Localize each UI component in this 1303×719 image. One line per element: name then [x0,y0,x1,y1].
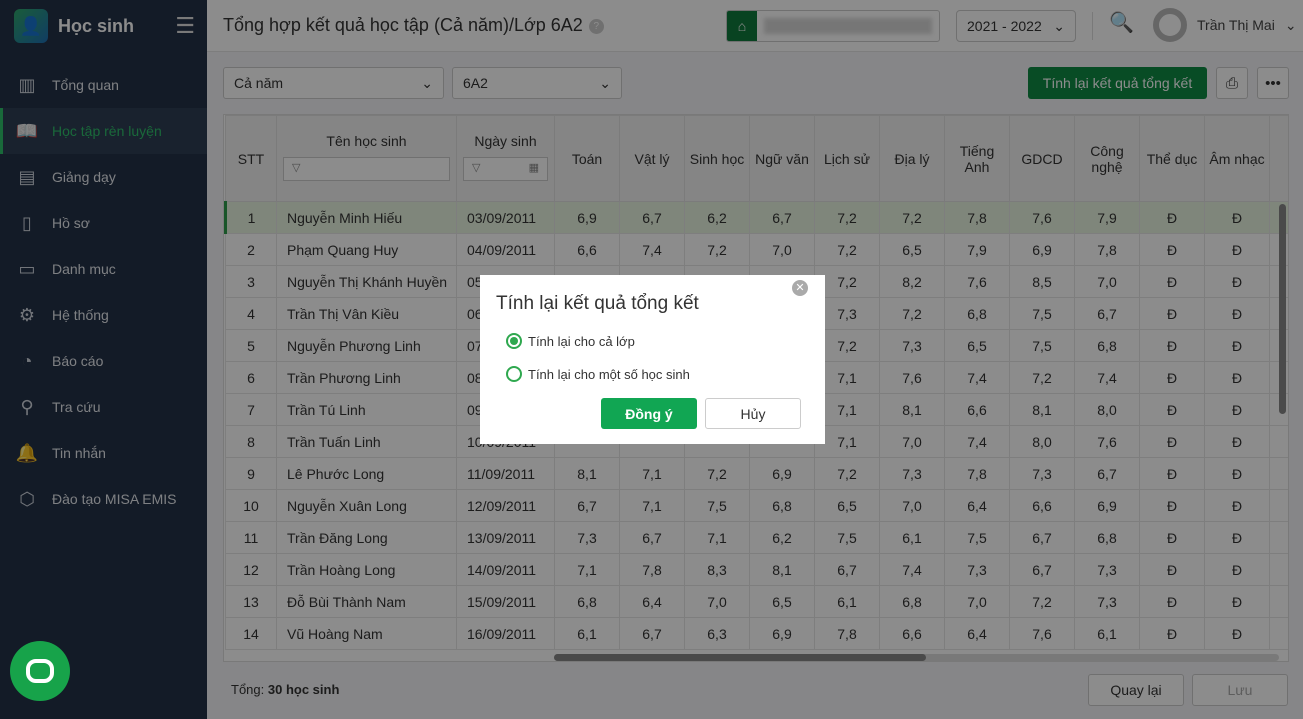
radio-label: Tính lại cho một số học sinh [528,366,690,382]
cancel-button[interactable]: Hủy [705,398,801,429]
radio-checked-icon[interactable] [506,333,522,349]
confirm-button[interactable]: Đồng ý [601,398,697,429]
dialog-title: Tính lại kết quả tổng kết [496,293,699,314]
radio-unchecked-icon[interactable] [506,366,522,382]
chat-button[interactable] [10,641,70,701]
radio-label: Tính lại cho cả lớp [528,333,635,349]
radio-some-students[interactable]: Tính lại cho một số học sinh [506,366,690,382]
recalculate-dialog: Tính lại kết quả tổng kết ✕ Tính lại cho… [480,275,825,444]
radio-whole-class[interactable]: Tính lại cho cả lớp [506,333,635,349]
chat-icon [26,659,54,683]
close-icon[interactable]: ✕ [792,280,808,296]
